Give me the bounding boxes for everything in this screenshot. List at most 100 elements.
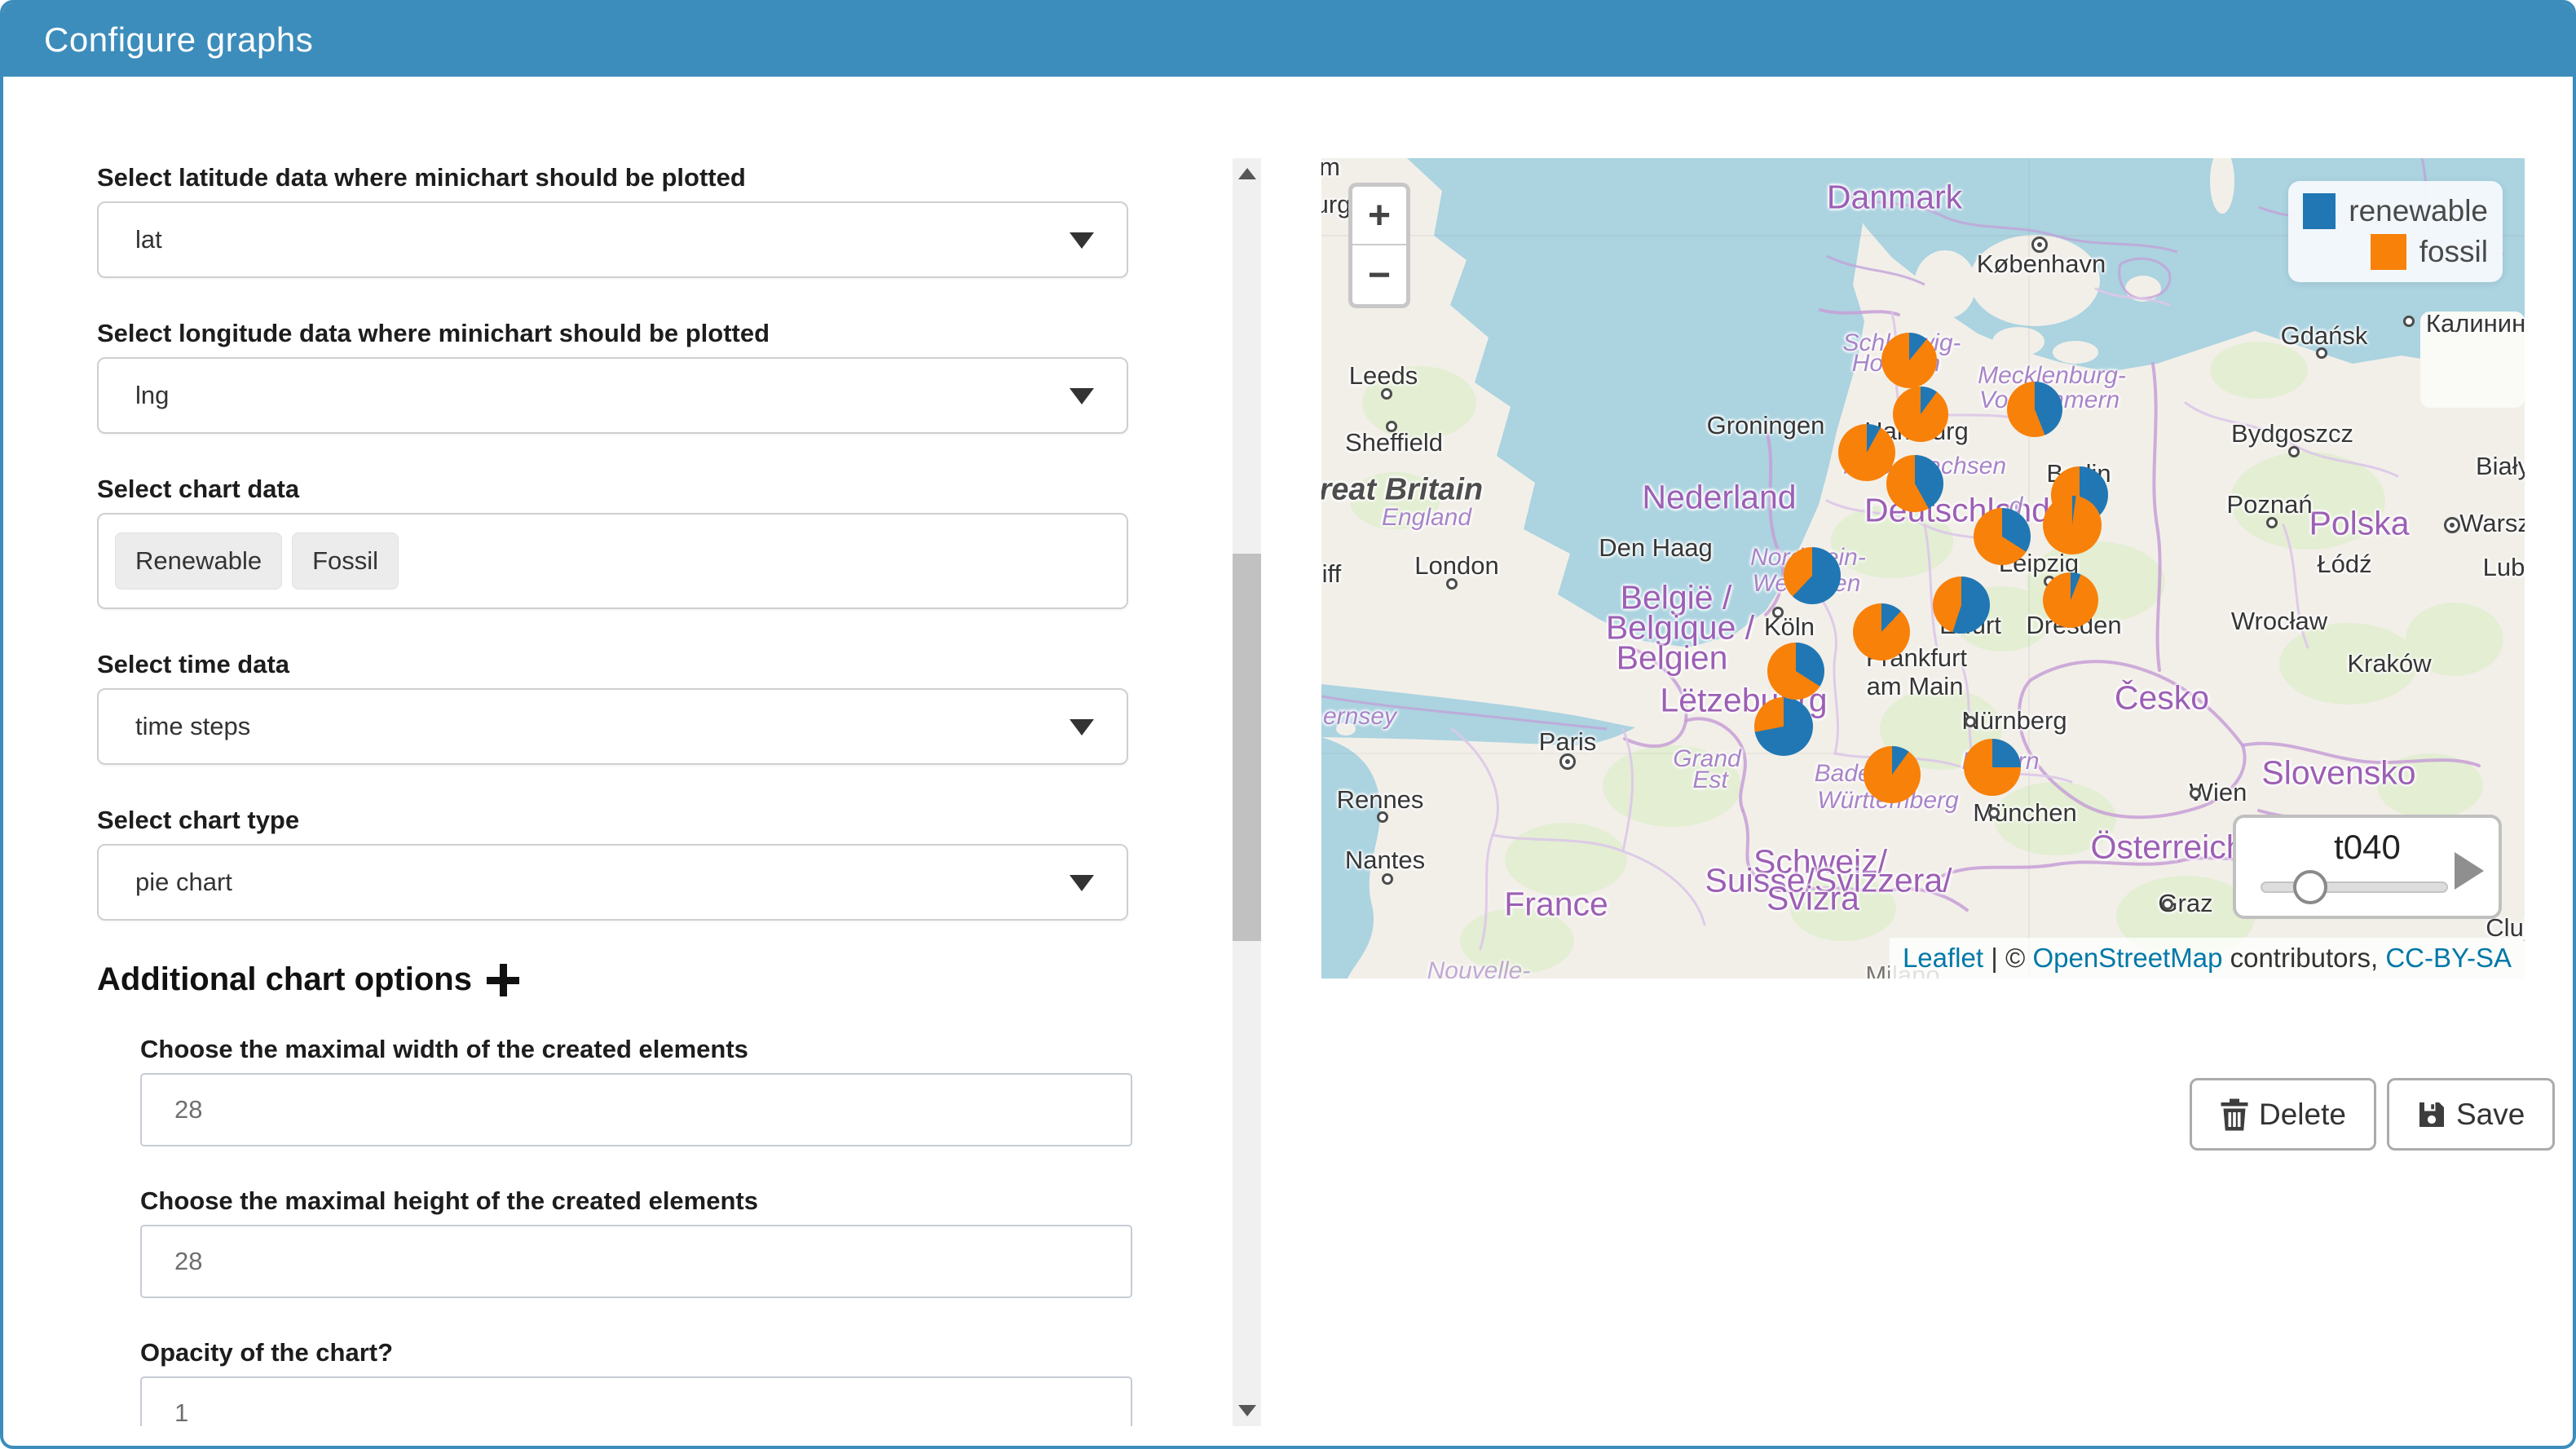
zoom-out-button[interactable]: − xyxy=(1352,245,1406,304)
scrollbar-thumb[interactable] xyxy=(1233,554,1261,941)
map-label: Polska xyxy=(2309,504,2410,542)
field-label-time-data: Select time data xyxy=(97,650,290,678)
minichart-pie xyxy=(1974,508,2031,565)
selected-tag[interactable]: Renewable xyxy=(115,532,283,590)
map-city-dot xyxy=(1965,716,1976,727)
time-data-select[interactable]: time steps xyxy=(97,688,1128,765)
form-options: Choose the maximal width of the created … xyxy=(97,1036,1132,1426)
minichart-pie xyxy=(1767,643,1824,700)
legend-row: fossil xyxy=(2303,233,2488,271)
map-city-dot xyxy=(1386,421,1397,432)
time-slider-control: t040 xyxy=(2233,815,2502,919)
map-city-dot xyxy=(2316,347,2327,359)
delete-button[interactable]: Delete xyxy=(2190,1078,2376,1151)
map-attribution: Leaflet | © OpenStreetMap contributors, … xyxy=(1889,938,2525,979)
save-button[interactable]: Save xyxy=(2386,1078,2556,1151)
save-icon xyxy=(2419,1102,2444,1127)
map-city-dot xyxy=(2444,517,2460,533)
map-label: Nantes xyxy=(1344,846,1426,874)
map-zoom-control: + − xyxy=(1348,183,1410,308)
map-label: Česko xyxy=(2114,678,2210,717)
config-panel: Select latitude data where minichart sho… xyxy=(97,163,1132,1426)
option-label-2: Opacity of the chart? xyxy=(140,1338,394,1367)
field-label-chart-data: Select chart data xyxy=(97,475,300,503)
legend-row: renewable xyxy=(2303,192,2488,230)
map-label: Est xyxy=(1692,766,1728,793)
legend-swatch xyxy=(2370,234,2406,270)
map-label: Warszawa xyxy=(2459,509,2525,537)
option-label-1: Choose the maximal height of the created… xyxy=(140,1186,758,1215)
attribution-text: | © xyxy=(1983,943,2033,973)
panel-scrollbar[interactable] xyxy=(1233,158,1261,1426)
map-city-dot xyxy=(1772,607,1784,618)
map-city-dot xyxy=(1377,811,1388,823)
chevron-down-icon xyxy=(1070,388,1094,404)
play-icon[interactable] xyxy=(2455,852,2484,890)
chart-data-multiselect[interactable]: Renewable Fossil xyxy=(97,513,1128,609)
map-label: m xyxy=(1321,158,1340,182)
map-label: Łódź xyxy=(2317,550,2372,578)
map-label: Kraków xyxy=(2347,649,2432,678)
time-slider-track[interactable] xyxy=(2261,870,2448,904)
map-label: Danmark xyxy=(1826,178,1963,216)
map-label: Mecklenburg- xyxy=(1978,362,2126,389)
longitude-select[interactable]: lng xyxy=(97,357,1128,434)
map-city-dot xyxy=(2190,788,2201,799)
time-slider-knob[interactable] xyxy=(2292,870,2327,904)
scroll-up-icon[interactable] xyxy=(1238,168,1256,179)
option-input-1[interactable]: 28 xyxy=(140,1225,1132,1298)
minichart-pie xyxy=(1784,547,1841,604)
attribution-link[interactable]: OpenStreetMap xyxy=(2032,943,2222,973)
map-label: am Main xyxy=(1866,672,1964,700)
chevron-down-icon xyxy=(1070,232,1094,249)
map-label: Den Haag xyxy=(1599,533,1713,562)
app-window: Configure graphs Select latitude data wh… xyxy=(0,0,2576,1449)
option-input-0[interactable]: 28 xyxy=(140,1073,1132,1146)
delete-button-label: Delete xyxy=(2259,1097,2346,1131)
minichart-pie xyxy=(1893,387,1948,442)
map-city-dot xyxy=(1381,388,1392,400)
minichart-pie xyxy=(1838,424,1895,481)
map-label: Österreich xyxy=(2090,828,2245,866)
map-label: Svizra xyxy=(1767,879,1859,917)
map-label: København xyxy=(1976,250,2106,278)
map-label: Paris xyxy=(1538,727,1597,756)
map-city-dot xyxy=(2403,316,2415,327)
field-label-chart-type: Select chart type xyxy=(97,806,300,834)
map-label: Nürnberg xyxy=(1961,706,2067,735)
minichart-pie xyxy=(1886,455,1943,512)
chart-type-select[interactable]: pie chart xyxy=(97,844,1128,921)
minichart-pie xyxy=(1864,746,1921,803)
scroll-down-icon[interactable] xyxy=(1238,1405,1256,1416)
chevron-down-icon xyxy=(1070,719,1094,736)
map-label: Wrocław xyxy=(2230,607,2328,635)
selected-tag[interactable]: Fossil xyxy=(292,532,399,590)
map-label: Nederland xyxy=(1642,478,1797,516)
latitude-select[interactable]: lat xyxy=(97,201,1128,278)
map-label: Leeds xyxy=(1348,361,1418,390)
minichart-pie xyxy=(1853,603,1910,660)
form-fields: Select latitude data where minichart sho… xyxy=(97,163,1132,921)
plus-icon[interactable] xyxy=(486,963,519,996)
map-city-dot xyxy=(2162,899,2173,910)
map-city-dot xyxy=(2266,517,2278,528)
attribution-link[interactable]: CC-BY-SA xyxy=(2385,943,2512,973)
select-value: time steps xyxy=(135,712,251,740)
map-city-dot xyxy=(1446,578,1458,590)
zoom-in-button[interactable]: + xyxy=(1352,187,1406,245)
map-label: Slovensko xyxy=(2261,753,2416,792)
attribution-link[interactable]: Leaflet xyxy=(1903,943,1983,973)
map-label: Bydgoszcz xyxy=(2231,419,2353,448)
minichart-pie xyxy=(1933,577,1990,634)
map-label: Białystok xyxy=(2475,452,2525,480)
field-label-latitude: Select latitude data where minichart sho… xyxy=(97,163,746,192)
map-label: Rennes xyxy=(1336,785,1424,814)
additional-options-section[interactable]: Additional chart options xyxy=(97,961,1132,998)
map-label: liff xyxy=(1321,559,1342,588)
map-label: urg xyxy=(1321,190,1352,219)
legend-label: fossil xyxy=(2419,235,2488,268)
select-value: pie chart xyxy=(135,868,232,896)
select-value: lat xyxy=(135,225,162,254)
map-container[interactable]: m urg Leeds Sheffield Great BritainEngland Lo… xyxy=(1321,158,2525,979)
option-input-2[interactable]: 1 xyxy=(140,1376,1132,1426)
